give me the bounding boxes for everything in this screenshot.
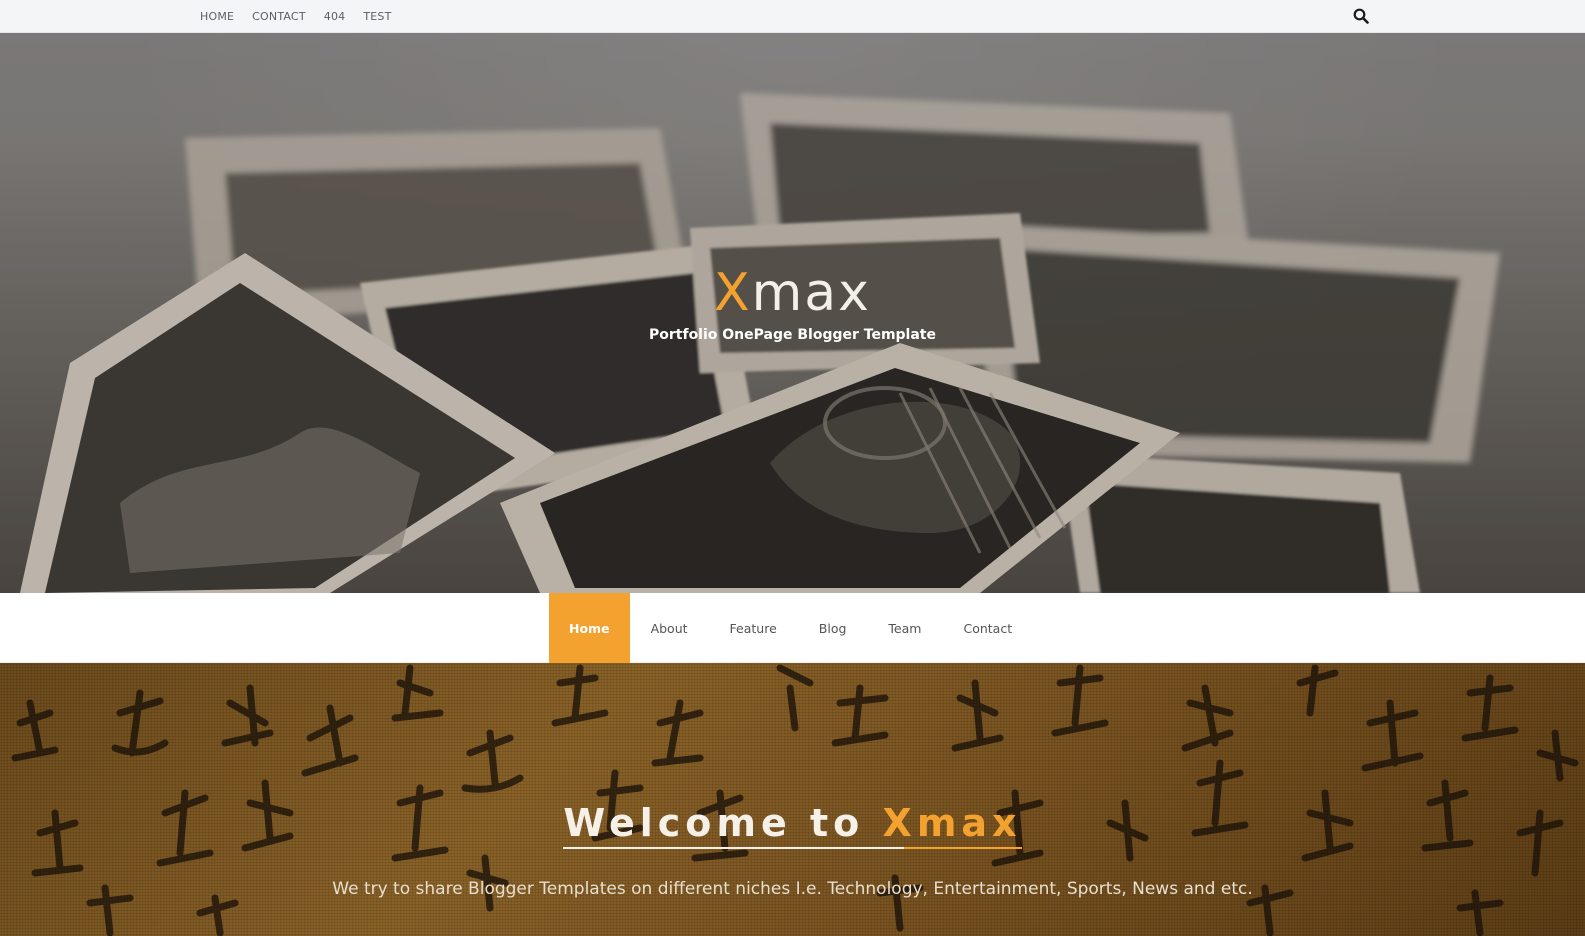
welcome-section: Welcome to Xmax We try to share Blogger …: [0, 663, 1585, 936]
nav-item-home: Home: [549, 593, 630, 663]
nav-link-team[interactable]: Team: [867, 593, 942, 663]
hero-section: Xmax Portfolio OnePage Blogger Template: [0, 33, 1585, 593]
top-nav-contact[interactable]: CONTACT: [252, 10, 306, 23]
search-icon: [1353, 8, 1369, 24]
top-bar: HOME CONTACT 404 TEST: [0, 0, 1585, 33]
nav-link-about[interactable]: About: [630, 593, 709, 663]
top-nav-test[interactable]: TEST: [363, 10, 391, 23]
welcome-description: We try to share Blogger Templates on dif…: [332, 879, 1253, 899]
search-button[interactable]: [1350, 5, 1372, 27]
nav-link-feature[interactable]: Feature: [709, 593, 798, 663]
logo-accent: X: [714, 263, 752, 323]
nav-link-blog[interactable]: Blog: [798, 593, 868, 663]
nav-item-contact: Contact: [942, 593, 1033, 663]
top-nav-404[interactable]: 404: [324, 10, 346, 23]
site-tagline: Portfolio OnePage Blogger Template: [649, 327, 936, 343]
nav-item-about: About: [630, 593, 709, 663]
main-nav: Home About Feature Blog Team Contact: [0, 593, 1585, 663]
welcome-heading: Welcome to Xmax: [0, 801, 1585, 849]
site-logo[interactable]: Xmax: [0, 263, 1585, 323]
nav-item-feature: Feature: [709, 593, 798, 663]
logo-text: max: [751, 263, 871, 323]
heading-underline-accent: [903, 847, 1022, 849]
nav-link-home[interactable]: Home: [549, 593, 630, 663]
welcome-heading-accent: Xmax: [882, 801, 1022, 845]
top-nav: HOME CONTACT 404 TEST: [200, 0, 392, 32]
nav-item-blog: Blog: [798, 593, 868, 663]
top-nav-home[interactable]: HOME: [200, 10, 234, 23]
nav-item-team: Team: [867, 593, 942, 663]
nav-link-contact[interactable]: Contact: [942, 593, 1033, 663]
welcome-heading-prefix: Welcome to: [563, 801, 883, 845]
